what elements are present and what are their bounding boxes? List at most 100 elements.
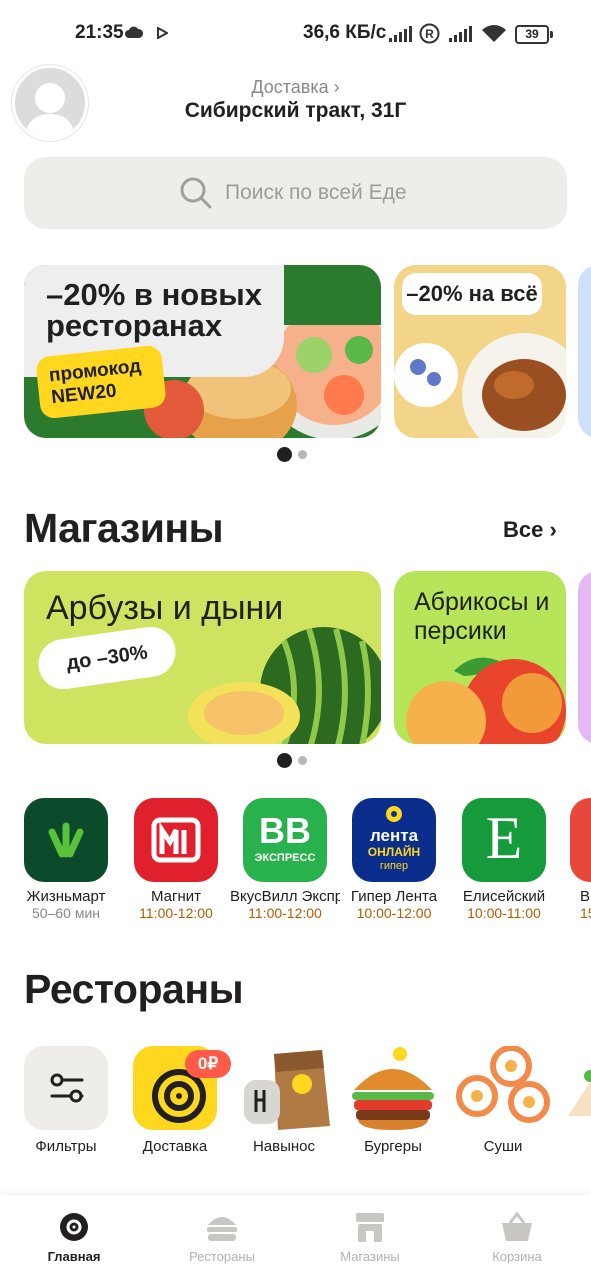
free-delivery-badge: 0₽ (185, 1050, 231, 1078)
vkusvill-logo-text: ВВ (259, 810, 311, 851)
category-filters[interactable]: Фильтры (16, 1046, 116, 1155)
store-name: ВкусВилл Экспресс (230, 888, 340, 905)
delivery-mode-link[interactable]: Доставка › (0, 77, 591, 98)
magnit-logo (134, 798, 218, 882)
banner-title: –20% на всё (402, 273, 542, 315)
chevron-right-icon: › (333, 77, 340, 97)
store-hours: 11:00-12:00 (248, 905, 322, 921)
promo-code-badge: промокод NEW20 (35, 344, 167, 420)
shop-banner-apricots[interactable]: Абрикосы и персики (394, 571, 566, 744)
nav-label: Магазины (340, 1249, 400, 1264)
discount-badge: до –30% (35, 623, 179, 693)
nav-home[interactable]: Главная (0, 1211, 148, 1264)
shops-carousel-dots (277, 753, 307, 768)
magnit-m-icon (151, 817, 201, 863)
cloud-icon (125, 26, 144, 38)
nav-label: Главная (47, 1249, 101, 1264)
takeaway-tile (242, 1046, 330, 1130)
store-hours: 11:00-12:00 (139, 905, 213, 921)
delivery-address[interactable]: Сибирский тракт, 31Г (0, 99, 591, 123)
store-vkusvill[interactable]: ВВ ЭКСПРЕСС ВкусВилл Экспресс 11:00-12:0… (230, 798, 340, 921)
store-eliseisky[interactable]: Е Елисейский 10:00-11:00 (449, 798, 559, 921)
roaming-icon: R (419, 23, 440, 44)
status-time: 21:35 (75, 22, 124, 43)
takeaway-bag-icon (244, 1050, 330, 1130)
network-speed: 36,6 КБ/с (303, 22, 387, 43)
status-bar: 21:35 36,6 КБ/с R 39 (0, 0, 591, 66)
search-placeholder: Поиск по всей Еде (225, 181, 407, 204)
promo-banner-next[interactable] (578, 265, 591, 438)
zhiznmart-logo (24, 798, 108, 882)
delivery-tile: 0₽ (133, 1046, 231, 1130)
discount-text: до –30% (65, 641, 149, 675)
nav-restaurants[interactable]: Рестораны (148, 1211, 296, 1264)
promo-banner-new-restaurants[interactable]: –20% в новых ресторанах промокод NEW20 (24, 265, 381, 438)
category-partial[interactable] (564, 1046, 591, 1130)
store-magnit[interactable]: Магнит 11:00-12:00 (121, 798, 231, 921)
shops-all-link[interactable]: Все › (503, 517, 557, 543)
category-burgers[interactable]: Бургеры (343, 1046, 443, 1155)
basket-nav-icon (500, 1211, 534, 1243)
burger-nav-icon (205, 1211, 239, 1243)
store-name: Елисейский (462, 888, 546, 905)
store-nav-icon (353, 1211, 387, 1243)
burgers-tile (351, 1046, 435, 1130)
chevron-right-icon: › (549, 517, 557, 542)
promo-banner-discount-all[interactable]: –20% на всё (394, 265, 566, 438)
banner-title: Арбузы и дыни (46, 589, 284, 627)
eliseisky-logo: Е (462, 798, 546, 882)
store-hours: 10:00-11:00 (467, 905, 541, 921)
bottom-navigation: Главная Рестораны Магазины Корзина (0, 1195, 591, 1280)
store-name: Жизньмарт (26, 888, 106, 905)
vkusvill-logo: ВВ ЭКСПРЕСС (243, 798, 327, 882)
vkusvill-logo-subtext: ЭКСПРЕСС (254, 852, 316, 864)
category-sushi[interactable]: Суши (453, 1046, 553, 1155)
filters-icon (50, 1073, 84, 1103)
sprout-icon (48, 822, 84, 858)
store-logo (570, 798, 591, 882)
category-delivery[interactable]: 0₽ Доставка (125, 1046, 231, 1155)
banner-title: –20% в новых ресторанах (46, 277, 263, 343)
all-label: Все (503, 517, 544, 542)
signal-icon (389, 26, 412, 42)
store-name: В (580, 888, 591, 905)
filters-tile (24, 1046, 108, 1130)
burger-icon (352, 1047, 434, 1130)
wifi-icon (482, 25, 506, 42)
restaurants-section-title: Рестораны (24, 966, 244, 1012)
store-hours: 10:00-12:00 (356, 905, 432, 921)
watermelon-illustration (188, 627, 381, 744)
play-store-icon (157, 27, 168, 39)
category-label: Бургеры (364, 1138, 422, 1155)
nav-shops[interactable]: Магазины (296, 1211, 444, 1264)
nav-cart[interactable]: Корзина (443, 1211, 591, 1264)
search-icon (180, 177, 212, 209)
sushi-icon (456, 1046, 550, 1123)
category-label: Навынос (252, 1138, 316, 1155)
store-partial[interactable]: В 15 (558, 798, 591, 921)
category-label: Фильтры (35, 1138, 97, 1155)
food-illustration (394, 333, 566, 438)
svg-text:R: R (425, 27, 434, 41)
search-input[interactable]: Поиск по всей Еде (24, 157, 567, 229)
store-zhiznmart[interactable]: Жизньмарт 50–60 мин (11, 798, 121, 921)
delivery-label: Доставка (251, 77, 329, 97)
flower-icon (386, 806, 402, 822)
lenta-logo-subtext-2: гипер (379, 860, 409, 872)
lenta-logo: лента ОНЛАЙН гипер (352, 798, 436, 882)
shop-banner-next[interactable] (578, 571, 591, 744)
dessert-icon (568, 1070, 591, 1116)
nav-label: Рестораны (189, 1249, 255, 1264)
category-takeaway[interactable]: Навынос (234, 1046, 334, 1155)
shop-banner-melons[interactable]: Арбузы и дыни до –30% (24, 571, 381, 744)
store-lenta[interactable]: лента ОНЛАЙН гипер Гипер Лента 10:00-12:… (339, 798, 449, 921)
battery-icon: 39 (515, 25, 553, 44)
sushi-tile (456, 1046, 550, 1130)
store-name: Гипер Лента (350, 888, 438, 905)
store-name: Магнит (150, 888, 201, 905)
nav-label: Корзина (492, 1249, 542, 1264)
home-eda-icon (57, 1211, 91, 1243)
lenta-logo-text: лента (369, 826, 419, 845)
category-label: Суши (483, 1138, 523, 1155)
category-label: Доставка (142, 1138, 208, 1155)
